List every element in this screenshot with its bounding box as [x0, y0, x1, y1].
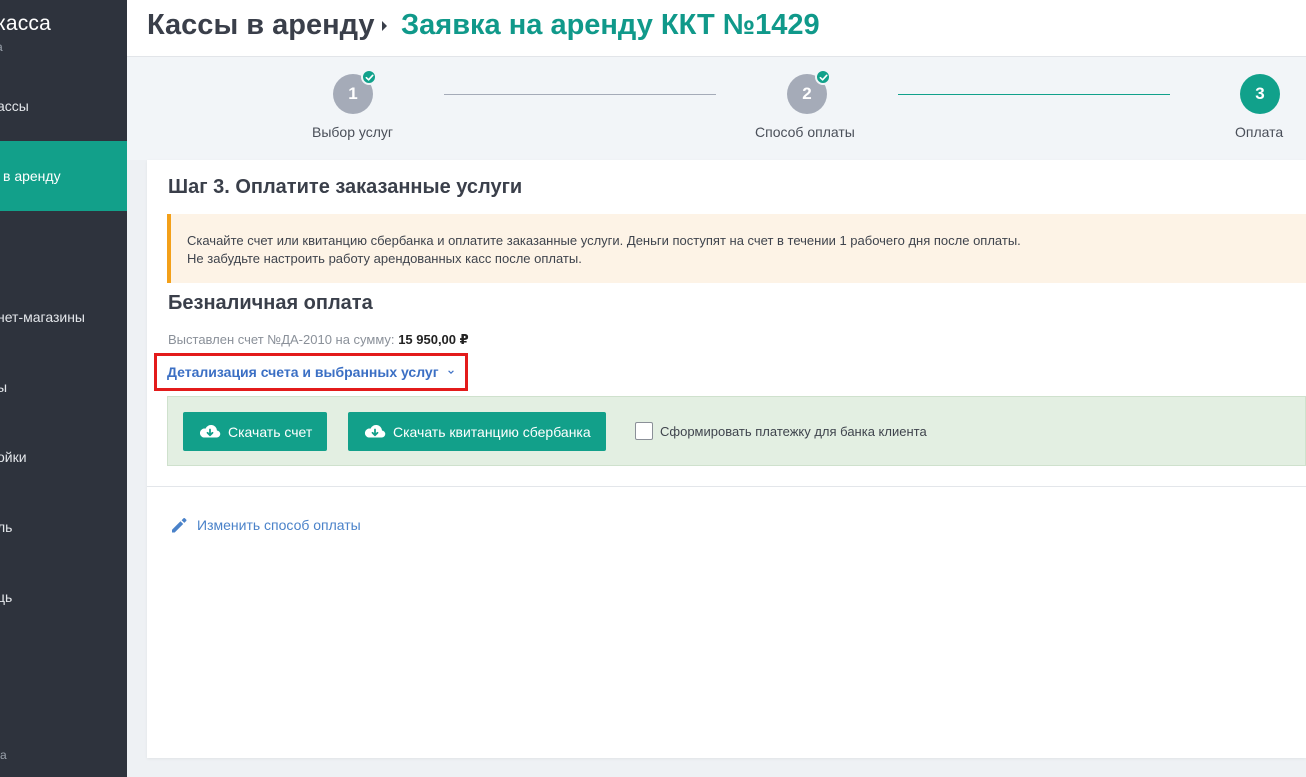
sidebar-item-online-stores[interactable]: нет-магазины — [0, 282, 127, 352]
section-title-cashless: Безналичная оплата — [168, 292, 373, 314]
step-title: Шаг 3. Оплатите заказанные услуги — [168, 176, 523, 198]
download-receipt-label: Скачать квитанцию сбербанка — [393, 423, 591, 440]
cloud-download-icon — [364, 424, 386, 438]
notice-line-1: Скачайте счет или квитанцию сбербанка и … — [187, 233, 1021, 248]
step-3-circle: 3 — [1240, 74, 1280, 114]
sidebar-footer-text: а — [0, 748, 7, 762]
step-2-label: Способ оплаты — [755, 124, 855, 140]
sidebar-item-profile[interactable]: ль — [0, 492, 127, 562]
check-icon — [815, 69, 831, 85]
sidebar-item-4[interactable]: ы — [0, 352, 127, 422]
step-2-circle: 2 — [787, 69, 831, 114]
page-title: Заявка на аренду ККТ №1429 — [401, 9, 820, 41]
invoice-text: Выставлен счет №ДА-2010 на сумму: — [168, 332, 395, 347]
sidebar-item-label: нет-магазины — [0, 309, 85, 325]
sidebar-item-label: в аренду — [3, 168, 61, 184]
step-3-label: Оплата — [1235, 124, 1284, 140]
sidebar-item-label: ы — [0, 379, 8, 395]
bank-payment-checkbox[interactable] — [635, 422, 653, 440]
sidebar-item-label: ць — [0, 589, 13, 605]
download-invoice-button[interactable]: Скачать счет — [183, 412, 328, 451]
stepper: 1 Выбор услуг 2 Способ оплаты 3 Оплата — [127, 57, 1306, 160]
chevron-down-icon — [447, 370, 454, 374]
invoice-amount: 15 950,00 ₽ — [398, 332, 469, 347]
step-1-label: Выбор услуг — [312, 124, 393, 140]
step-number: 3 — [1255, 84, 1265, 103]
sidebar-item-label: ассы — [0, 98, 29, 114]
breadcrumb-separator-icon — [382, 21, 387, 31]
sidebar-brand-subtitle: а — [0, 40, 3, 54]
payment-notice: Скачайте счет или квитанцию сбербанка и … — [167, 214, 1306, 283]
step-number: 2 — [802, 84, 812, 103]
page-header: Кассы в аренду Заявка на аренду ККТ №142… — [127, 0, 1306, 57]
sidebar-item-label: ль — [0, 519, 13, 535]
sidebar: касса а ассы в аренду нет-магазины ы ойк… — [0, 0, 127, 777]
change-payment-method-link[interactable]: Изменить способ оплаты — [169, 515, 361, 535]
sidebar-item-kassy[interactable]: ассы — [0, 71, 127, 141]
bank-payment-checkbox-label[interactable]: Сформировать платежку для банка клиента — [660, 424, 927, 439]
sidebar-item-settings[interactable]: ойки — [0, 422, 127, 492]
step-connector-1 — [444, 94, 716, 95]
invoice-details-label: Детализация счета и выбранных услуг — [167, 364, 439, 380]
breadcrumb-root[interactable]: Кассы в аренду — [147, 9, 375, 42]
step-1-circle: 1 — [333, 69, 377, 114]
payment-actions-panel: Скачать счет Скачать квитанцию сбербанка… — [167, 396, 1306, 466]
invoice-info: Выставлен счет №ДА-2010 на сумму: 15 950… — [168, 332, 469, 348]
divider — [147, 486, 1306, 487]
download-receipt-button[interactable]: Скачать квитанцию сбербанка — [348, 412, 606, 451]
sidebar-item-help[interactable]: ць — [0, 562, 127, 632]
change-payment-label: Изменить способ оплаты — [197, 517, 361, 533]
pencil-icon — [172, 518, 187, 533]
invoice-details-link[interactable]: Детализация счета и выбранных услуг — [167, 364, 455, 380]
step-connector-2 — [898, 94, 1170, 95]
sidebar-item-rent[interactable]: в аренду — [0, 141, 127, 211]
sidebar-item-label: ойки — [0, 449, 27, 465]
sidebar-brand: касса — [0, 12, 52, 35]
download-invoice-label: Скачать счет — [228, 423, 313, 440]
cloud-download-icon — [199, 424, 221, 438]
check-icon — [361, 69, 377, 85]
notice-line-2: Не забудьте настроить работу арендованны… — [187, 251, 582, 266]
step-number: 1 — [348, 84, 358, 103]
payment-card: Шаг 3. Оплатите заказанные услуги Скачай… — [147, 160, 1306, 758]
